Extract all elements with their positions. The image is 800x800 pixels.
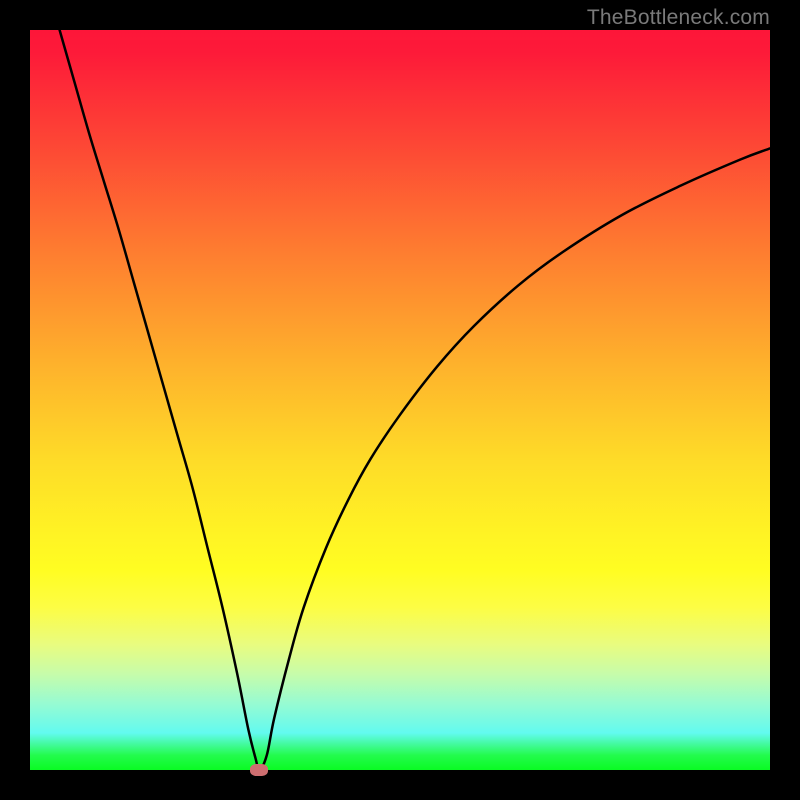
optimal-point-marker xyxy=(250,764,268,776)
watermark-text: TheBottleneck.com xyxy=(587,6,770,30)
plot-area xyxy=(30,30,770,770)
bottleneck-curve xyxy=(30,30,770,770)
